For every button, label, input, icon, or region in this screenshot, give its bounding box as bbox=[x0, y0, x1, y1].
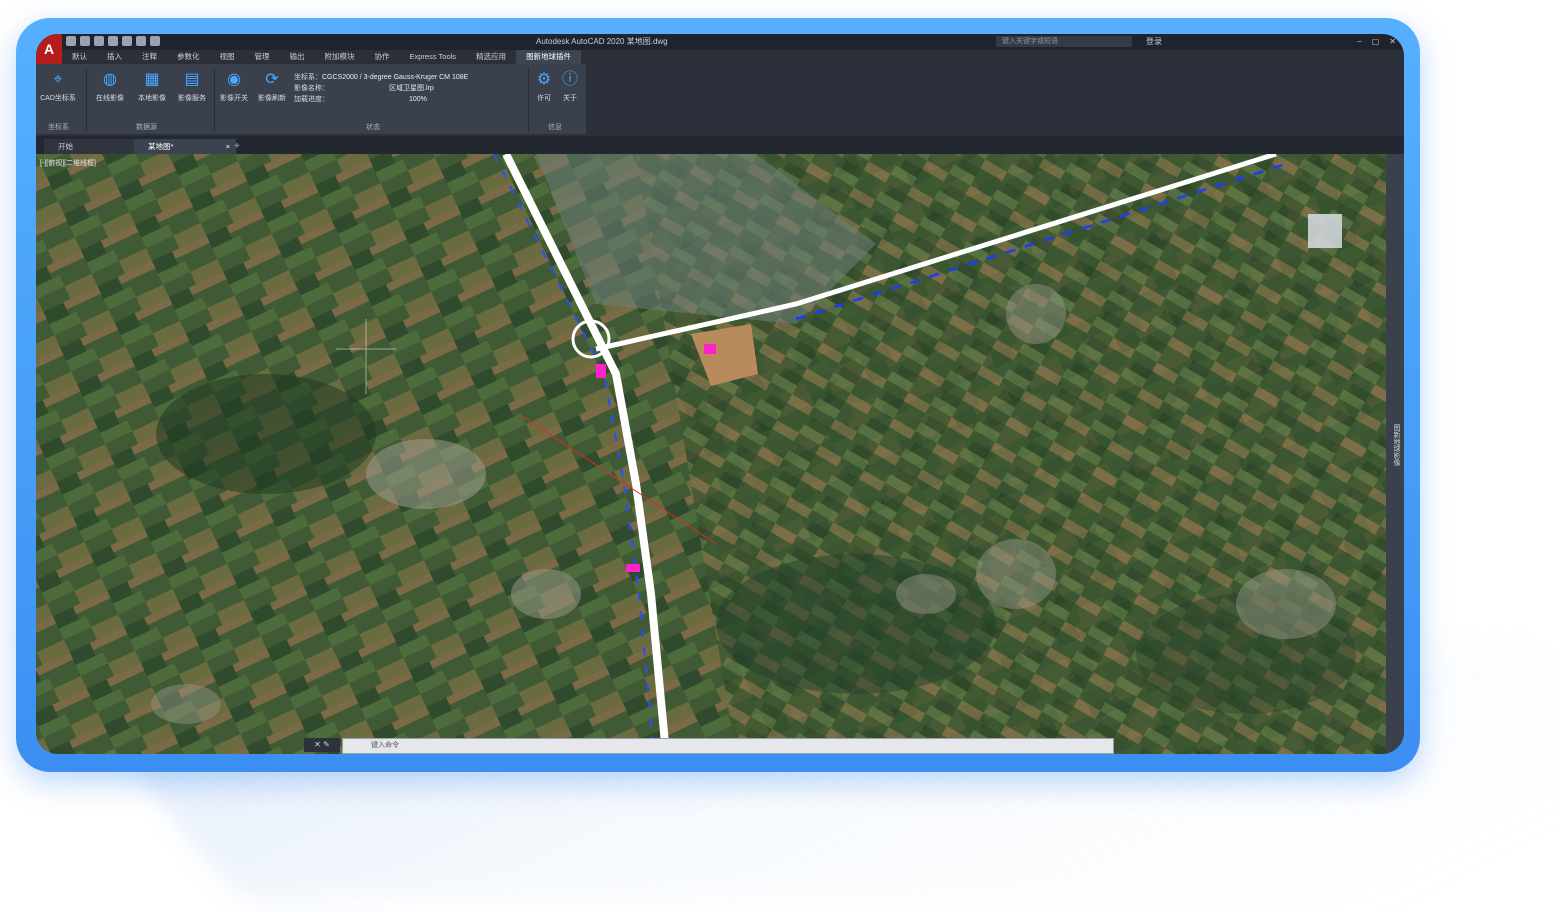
tab-manage[interactable]: 管理 bbox=[245, 50, 280, 64]
redo-icon[interactable] bbox=[150, 36, 160, 46]
side-palette-title: 图新地球影像 bbox=[1393, 424, 1400, 466]
satellite-map bbox=[36, 154, 1386, 754]
panel-title-datasource: 数据源 bbox=[136, 124, 157, 131]
save-icon[interactable] bbox=[94, 36, 104, 46]
ribbon-empty-area bbox=[586, 64, 1404, 134]
new-icon[interactable] bbox=[66, 36, 76, 46]
viewport-controls-label[interactable]: [-][俯视][二维线框] bbox=[40, 158, 96, 168]
imagery-service-button[interactable]: ▤ 影像服务 bbox=[174, 70, 210, 103]
tab-view[interactable]: 视图 bbox=[210, 50, 245, 64]
side-palette[interactable]: 图新地球影像 bbox=[1386, 154, 1404, 754]
cad-coord-button[interactable]: ⌖ CAD坐标系 bbox=[40, 70, 76, 103]
tab-default[interactable]: 默认 bbox=[62, 50, 97, 64]
plot-icon[interactable] bbox=[122, 36, 132, 46]
ribbon-panel: ⌖ CAD坐标系 ◍ 在线影像 ▦ 本地影像 ▤ 影像服务 ◉ 影像开关 ⟳ 影… bbox=[36, 64, 587, 134]
drawing-viewport[interactable]: [-][俯视][二维线框] Y└─ X bbox=[36, 154, 1386, 754]
coord-value: CGCS2000 / 3-degree Gauss-Kruger CM 108E bbox=[322, 74, 469, 81]
tab-plugin[interactable]: 图新地球插件 bbox=[516, 50, 582, 64]
local-imagery-button[interactable]: ▦ 本地影像 bbox=[134, 70, 170, 103]
autocad-logo[interactable]: A bbox=[36, 34, 62, 64]
minimize-button[interactable]: − bbox=[1357, 34, 1362, 50]
grid-icon: ▤ bbox=[184, 71, 200, 88]
imagery-refresh-label: 影像刷新 bbox=[258, 95, 286, 102]
tab-express-tools[interactable]: Express Tools bbox=[400, 50, 467, 64]
progress-value: 100% bbox=[409, 96, 427, 103]
imagery-service-label: 影像服务 bbox=[178, 95, 206, 102]
tab-parametric[interactable]: 参数化 bbox=[167, 50, 210, 64]
panel-title-coord: 坐标系 bbox=[48, 124, 69, 131]
pin-icon: ⌖ bbox=[53, 71, 63, 88]
login-button[interactable]: 登录 bbox=[1146, 34, 1162, 50]
cad-coord-label: CAD坐标系 bbox=[40, 95, 76, 102]
window-title: Autodesk AutoCAD 2020 某地图.dwg bbox=[536, 37, 668, 46]
app-window: Autodesk AutoCAD 2020 某地图.dwg 键入关键字或短语 登… bbox=[36, 34, 1404, 754]
layers-icon: ▦ bbox=[144, 71, 160, 88]
search-input[interactable]: 键入关键字或短语 bbox=[996, 36, 1132, 47]
doc-tab-start[interactable]: 开始 bbox=[44, 139, 142, 154]
saveas-icon[interactable] bbox=[108, 36, 118, 46]
doc-tab-file[interactable]: 某地图* × bbox=[134, 139, 236, 154]
progress-label: 加载进度： bbox=[294, 96, 329, 103]
tab-addins[interactable]: 附加模块 bbox=[315, 50, 365, 64]
window-controls: − ▢ ✕ bbox=[1357, 34, 1396, 50]
command-line[interactable]: 键入命令 bbox=[342, 738, 1114, 754]
image-value: 区域卫星图.lrp bbox=[389, 85, 434, 92]
open-icon[interactable] bbox=[80, 36, 90, 46]
undo-icon[interactable] bbox=[136, 36, 146, 46]
new-tab-icon[interactable]: + bbox=[234, 139, 240, 154]
about-button[interactable]: ⓘ 关于 bbox=[552, 70, 588, 103]
tab-output[interactable]: 输出 bbox=[280, 50, 315, 64]
imagery-toggle-button[interactable]: ◉ 影像开关 bbox=[216, 70, 252, 103]
imagery-refresh-button[interactable]: ⟳ 影像刷新 bbox=[254, 70, 290, 103]
command-icons[interactable]: ✕ ✎ bbox=[304, 738, 340, 752]
document-tabs: 开始 某地图* × + bbox=[36, 136, 1404, 154]
tab-insert[interactable]: 插入 bbox=[97, 50, 132, 64]
coord-label: 坐标系： bbox=[294, 74, 322, 81]
title-bar: Autodesk AutoCAD 2020 某地图.dwg 键入关键字或短语 登… bbox=[36, 34, 1404, 50]
globe-icon: ◍ bbox=[103, 71, 117, 88]
gear-icon: ⚙ bbox=[536, 71, 552, 88]
panel-title-info: 信息 bbox=[548, 124, 562, 131]
maximize-button[interactable]: ▢ bbox=[1372, 34, 1380, 50]
about-label: 关于 bbox=[563, 95, 577, 102]
info-icon: ⓘ bbox=[561, 71, 578, 88]
ribbon-panel-titles: 坐标系 数据源 状态 信息 bbox=[36, 122, 586, 134]
imagery-toggle-label: 影像开关 bbox=[220, 95, 248, 102]
local-imagery-label: 本地影像 bbox=[138, 95, 166, 102]
online-imagery-button[interactable]: ◍ 在线影像 bbox=[92, 70, 128, 103]
tab-collaborate[interactable]: 协作 bbox=[365, 50, 400, 64]
doc-tab-file-label: 某地图* bbox=[148, 142, 174, 151]
status-panel: 坐标系：CGCS2000 / 3-degree Gauss-Kruger CM … bbox=[294, 72, 526, 105]
eye-icon: ◉ bbox=[227, 71, 241, 88]
quick-access-toolbar bbox=[66, 36, 160, 48]
refresh-icon: ⟳ bbox=[265, 71, 279, 88]
command-input[interactable]: 键入命令 bbox=[371, 739, 399, 753]
image-label: 影像名称： bbox=[294, 85, 329, 92]
ribbon-tabs: 默认 插入 注释 参数化 视图 管理 输出 附加模块 协作 Express To… bbox=[62, 50, 1404, 64]
panel-title-status: 状态 bbox=[366, 124, 380, 131]
doc-tab-start-label: 开始 bbox=[58, 142, 73, 151]
tab-annotate[interactable]: 注释 bbox=[132, 50, 167, 64]
online-imagery-label: 在线影像 bbox=[96, 95, 124, 102]
tab-featured-apps[interactable]: 精选应用 bbox=[466, 50, 516, 64]
close-tab-icon[interactable]: × bbox=[226, 139, 230, 154]
close-button[interactable]: ✕ bbox=[1389, 34, 1396, 50]
